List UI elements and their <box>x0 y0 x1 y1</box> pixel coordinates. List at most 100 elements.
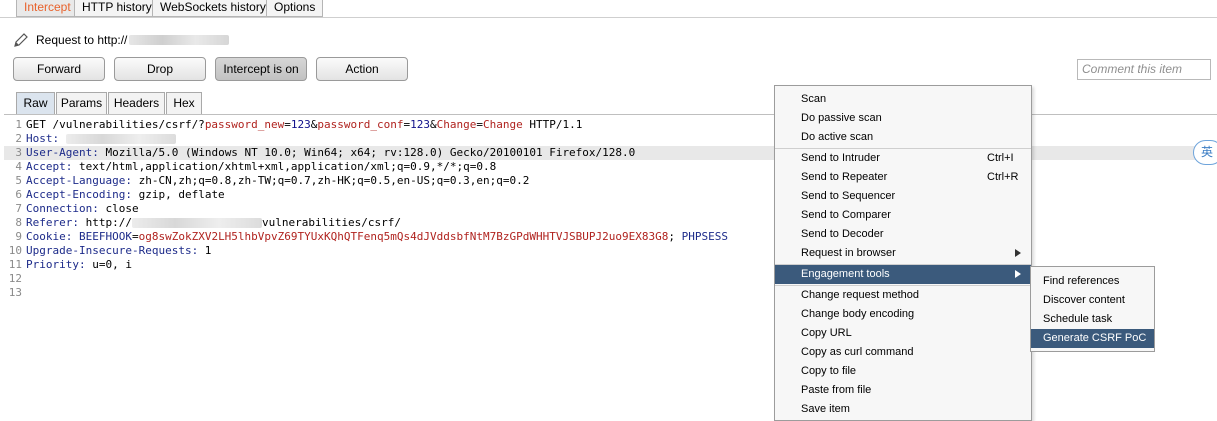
submenu-item-discover-content[interactable]: Discover content <box>1031 291 1154 310</box>
redacted-host <box>129 35 230 45</box>
param-value: 123 <box>410 118 431 131</box>
menu-item-send-to-sequencer[interactable]: Send to Sequencer <box>775 187 1031 206</box>
pencil-icon <box>14 33 28 47</box>
top-tab-bar: Intercept HTTP history WebSockets histor… <box>0 0 1217 18</box>
menu-item-request-in-browser[interactable]: Request in browser <box>775 244 1031 263</box>
line-number: 10 <box>8 244 22 257</box>
tab-raw[interactable]: Raw <box>16 92 55 114</box>
request-line-2: 2 Host: <box>4 132 1217 146</box>
line-number: 8 <box>15 216 22 229</box>
request-line-4: 4 Accept: text/html,application/xhtml+xml… <box>4 160 1217 174</box>
tab-intercept[interactable]: Intercept <box>16 0 79 17</box>
menu-item-send-to-comparer[interactable]: Send to Comparer <box>775 206 1031 225</box>
line-number: 13 <box>8 286 22 299</box>
line-number: 3 <box>15 146 22 159</box>
http-version: HTTP/1.1 <box>522 118 583 131</box>
param-name: Change <box>436 118 477 131</box>
request-line-8: 8 Referer: http:// vulnerabilities/csrf/ <box>4 216 1217 230</box>
separator: ; <box>668 230 682 243</box>
request-line-1: 1 GET /vulnerabilities/csrf/?password_new… <box>4 118 1217 132</box>
header-name: Accept-Encoding: <box>26 188 132 201</box>
param-name: password_conf <box>317 118 404 131</box>
menu-item-label: Send to Intruder <box>801 152 880 164</box>
redacted-referer-host <box>131 218 262 228</box>
menu-item-active-scan[interactable]: Do active scan <box>775 128 1031 147</box>
menu-item-label: Send to Repeater <box>801 171 888 183</box>
tab-http-history[interactable]: HTTP history <box>74 0 160 17</box>
menu-item-change-body-encoding[interactable]: Change body encoding <box>775 305 1031 324</box>
header-name: Accept-Language: <box>26 174 132 187</box>
cookie-value: og8swZokZXV2LH5lhbVpvZ69TYUxKQhQTFenq5mQ… <box>138 230 669 243</box>
editor-divider <box>4 114 1217 115</box>
request-line-6: 6 Accept-Encoding: gzip, deflate <box>4 188 1217 202</box>
header-value: close <box>98 202 139 215</box>
line-number: 12 <box>8 272 22 285</box>
request-line-5: 5 Accept-Language: zh-CN,zh;q=0.8,zh-TW;q… <box>4 174 1217 188</box>
menu-item-passive-scan[interactable]: Do passive scan <box>775 109 1031 128</box>
header-value: http:// <box>78 216 132 229</box>
menu-item-copy-url[interactable]: Copy URL <box>775 324 1031 343</box>
request-target: Request to http:// <box>12 30 230 50</box>
redacted-host-value <box>65 134 176 144</box>
header-name: User-Agent: <box>26 146 99 159</box>
comment-input[interactable]: Comment this item <box>1077 59 1211 80</box>
intercept-toggle-button[interactable]: Intercept is on <box>215 57 307 81</box>
equals: = <box>284 118 291 131</box>
header-value: u=0, i <box>85 258 132 271</box>
submenu-arrow-icon <box>1015 270 1021 278</box>
menu-item-send-to-decoder[interactable]: Send to Decoder <box>775 225 1031 244</box>
line-number: 11 <box>8 258 22 271</box>
shortcut-label: Ctrl+I <box>987 152 1014 164</box>
header-name: Cookie: <box>26 230 73 243</box>
menu-item-send-to-intruder[interactable]: Send to Intruder Ctrl+I <box>775 149 1031 168</box>
ime-indicator[interactable]: 英 <box>1193 140 1217 165</box>
request-line-7: 7 Connection: close <box>4 202 1217 216</box>
line-number: 5 <box>15 174 22 187</box>
header-name: Upgrade-Insecure-Requests: <box>26 244 199 257</box>
menu-item-send-to-repeater[interactable]: Send to Repeater Ctrl+R <box>775 168 1031 187</box>
param-value: Change <box>483 118 523 131</box>
header-name: Accept: <box>26 160 73 173</box>
tab-websockets-history[interactable]: WebSockets history <box>152 0 274 17</box>
header-value: vulnerabilities/csrf/ <box>261 216 402 229</box>
menu-item-copy-as-curl[interactable]: Copy as curl command <box>775 343 1031 362</box>
line-number: 6 <box>15 188 22 201</box>
menu-item-paste-from-file[interactable]: Paste from file <box>775 381 1031 400</box>
header-name: Referer: <box>26 216 79 229</box>
request-method-path: GET /vulnerabilities/csrf/? <box>26 118 205 131</box>
line-number: 1 <box>15 118 22 131</box>
line-number: 4 <box>15 160 22 173</box>
header-value: 1 <box>198 244 212 257</box>
param-value: 123 <box>290 118 311 131</box>
tab-params[interactable]: Params <box>56 92 107 114</box>
tab-hex[interactable]: Hex <box>166 92 202 114</box>
line-number: 7 <box>15 202 22 215</box>
header-name: Connection: <box>26 202 99 215</box>
menu-item-change-request-method[interactable]: Change request method <box>775 286 1031 305</box>
tab-options[interactable]: Options <box>266 0 324 17</box>
drop-button[interactable]: Drop <box>114 57 206 81</box>
submenu-arrow-icon <box>1015 249 1021 257</box>
forward-button[interactable]: Forward <box>13 57 105 81</box>
menu-item-copy-to-file[interactable]: Copy to file <box>775 362 1031 381</box>
header-value: gzip, deflate <box>131 188 225 201</box>
cookie-name: BEEFHOOK <box>72 230 132 243</box>
ampersand: & <box>430 118 437 131</box>
action-button[interactable]: Action <box>316 57 408 81</box>
submenu-item-generate-csrf-poc[interactable]: Generate CSRF PoC <box>1031 329 1154 348</box>
request-line-9: 9 Cookie: BEEFHOOK=og8swZokZXV2LH5lhbVpvZ… <box>4 230 1217 244</box>
engagement-tools-submenu: Find references Discover content Schedul… <box>1030 266 1155 352</box>
menu-item-scan[interactable]: Scan <box>775 90 1031 109</box>
header-name: Priority: <box>26 258 86 271</box>
tab-headers[interactable]: Headers <box>108 92 165 114</box>
menu-item-engagement-tools[interactable]: Engagement tools <box>775 265 1031 284</box>
submenu-item-find-references[interactable]: Find references <box>1031 272 1154 291</box>
shortcut-label: Ctrl+R <box>987 171 1019 183</box>
header-value: Mozilla/5.0 (Windows NT 10.0; Win64; x64… <box>98 146 636 159</box>
submenu-item-schedule-task[interactable]: Schedule task <box>1031 310 1154 329</box>
menu-item-save-item[interactable]: Save item <box>775 400 1031 419</box>
line-number: 2 <box>15 132 22 145</box>
cookie-name: PHPSESS <box>681 230 729 243</box>
equals: = <box>131 230 139 243</box>
header-value: zh-CN,zh;q=0.8,zh-TW;q=0.7,zh-HK;q=0.5,e… <box>131 174 530 187</box>
